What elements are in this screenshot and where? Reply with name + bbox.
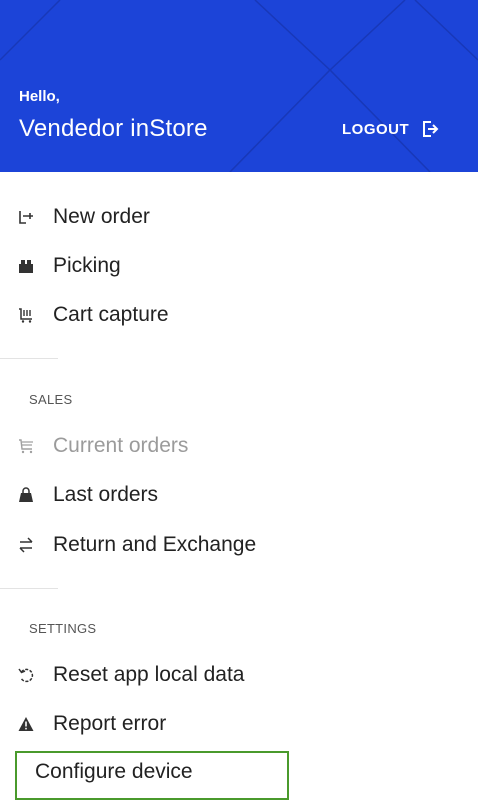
menu-item-label: Current orders [53,434,189,457]
divider [0,358,58,359]
menu-item-reset-app-data[interactable]: Reset app local data [18,660,244,690]
header-background-pattern [0,0,478,172]
menu-item-label: Cart capture [53,303,169,326]
exchange-arrows-icon [18,537,34,553]
menu-item-return-exchange[interactable]: Return and Exchange [18,530,256,560]
greeting-text: Hello, [19,88,60,105]
menu-item-label: Last orders [53,483,159,506]
menu-item-configure-device[interactable]: Configure device [35,760,193,784]
menu-item-label: New order [53,205,150,228]
logout-button[interactable]: LOGOUT [342,120,439,138]
section-label-settings: SETTINGS [29,621,97,636]
logout-label: LOGOUT [342,120,410,138]
cart-icon [18,438,34,454]
menu-item-report-error[interactable]: Report error [18,709,166,739]
menu-item-last-orders[interactable]: Last orders [18,480,158,510]
menu-item-label: Reset app local data [53,663,245,686]
cart-capture-icon [18,307,34,323]
menu-item-label: Report error [53,712,167,735]
user-header: Hello, Vendedor inStore LOGOUT [0,0,478,172]
picking-box-icon [18,258,34,274]
bag-icon [18,487,34,503]
divider [0,588,58,589]
logout-icon [421,120,439,138]
reset-icon [18,667,34,683]
menu-item-label: Return and Exchange [53,533,257,556]
warning-icon [18,716,34,732]
menu-item-new-order[interactable]: New order [18,202,150,232]
menu-item-current-orders[interactable]: Current orders [18,431,188,461]
section-label-sales: SALES [29,392,73,407]
new-order-icon [18,209,34,225]
menu-item-picking[interactable]: Picking [18,251,121,281]
menu-item-cart-capture[interactable]: Cart capture [18,300,169,330]
menu-item-label: Picking [53,254,121,277]
user-name: Vendedor inStore [19,115,208,142]
